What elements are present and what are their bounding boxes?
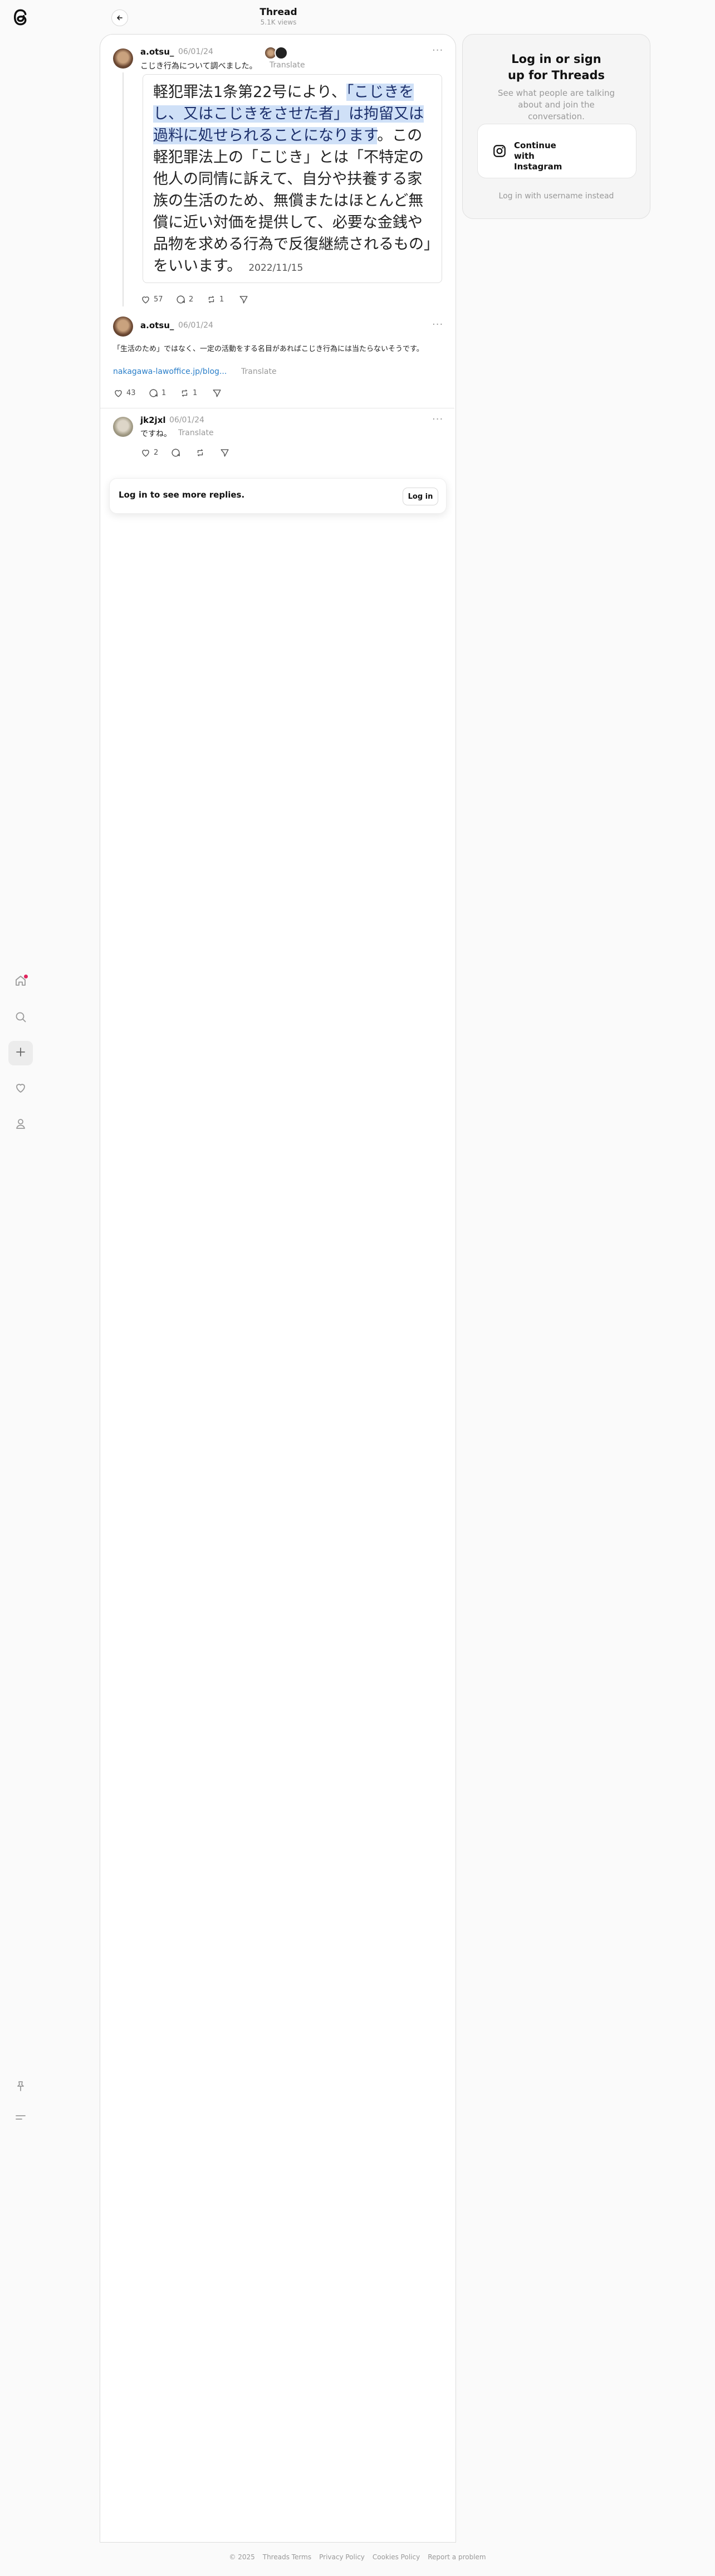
back-button[interactable] [111,9,128,26]
nav-profile[interactable] [8,1113,33,1137]
repost-icon [182,389,188,397]
page-title: Thread [259,7,297,18]
repost-count: 1 [219,295,224,304]
nav-create[interactable] [8,1041,33,1065]
share-icon [213,389,221,397]
heart-icon [14,1081,27,1097]
translate-link[interactable]: Translate [270,61,305,70]
more-options-button[interactable]: ··· [432,45,443,56]
instagram-button-label: Continue with Instagram [514,140,562,172]
translate-link[interactable]: Translate [178,428,214,437]
reply-button[interactable]: 1 [148,388,166,398]
comment-icon [149,389,158,397]
repost-icon [208,296,214,303]
quote-date: 2022/11/15 [248,262,303,274]
post-username[interactable]: jk2jxl [140,415,166,425]
avatar[interactable] [113,417,133,437]
reply-count: 1 [161,389,166,397]
avatar[interactable] [113,316,133,337]
instagram-icon [493,145,506,157]
nav-home[interactable] [8,970,33,994]
login-panel-title: Log in or sign up for Threads [507,52,605,82]
more-options-button[interactable]: ··· [432,413,443,425]
share-button[interactable] [219,447,230,458]
quote-image[interactable]: 軽犯罪法1条第22号により、「こじきをし、又はこじきをさせた者」は拘留又は過料に… [143,74,442,283]
post-text: 「生活のため」ではなく、一定の活動をする名目があればこじき行為には当たらないそう… [113,345,424,353]
post-username[interactable]: a.otsu_ [140,320,174,330]
notification-dot [24,975,28,978]
thread-card [100,34,456,2543]
quote-text: 軽犯罪法1条第22号により、「こじきをし、又はこじきをさせた者」は拘留又は過料に… [153,81,434,279]
login-prompt: Log in to see more replies. Log in [109,478,447,514]
threads-logo[interactable] [10,7,31,28]
arrow-left-icon [117,15,123,21]
reply-count: 2 [189,295,194,304]
like-button[interactable]: 57 [140,294,163,305]
quote-text-before: 軽犯罪法1条第22号により、 [153,84,346,101]
repost-icon [197,449,203,456]
view-count: 5.1K views [260,18,297,26]
login-panel: Log in or sign up for Threads See what p… [462,34,650,219]
footer-terms-link[interactable]: Threads Terms [263,2553,311,2561]
share-icon [221,449,229,457]
login-button[interactable]: Log in [403,488,438,505]
nav-menu[interactable] [8,2106,33,2131]
thread-line [123,72,124,306]
footer: © 2025 Threads Terms Privacy Policy Cook… [0,2553,715,2561]
more-options-button[interactable]: ··· [432,319,443,330]
heart-icon [142,450,149,457]
menu-icon [14,2111,27,2126]
post-text: ですね。 [140,430,172,439]
like-count: 57 [154,295,163,304]
share-button[interactable] [238,294,249,305]
post-text: こじき行為について調べました。 [140,62,257,71]
repost-button[interactable]: 1 [206,294,224,305]
translate-link[interactable]: Translate [241,367,277,376]
nav-pinned[interactable] [8,2075,33,2100]
profile-icon [14,1117,27,1133]
reply-button[interactable]: 2 [175,294,193,305]
nav-search[interactable] [8,1006,33,1030]
post-username[interactable]: a.otsu_ [140,47,174,57]
repost-count: 1 [193,389,198,397]
avatar[interactable] [113,48,133,69]
like-button[interactable]: 43 [113,388,136,398]
like-count: 2 [154,449,159,457]
footer-copyright: © 2025 [229,2553,255,2561]
reply-avatar-2 [275,46,288,60]
search-icon [14,1010,27,1026]
comment-icon [177,295,185,304]
post-date[interactable]: 06/01/24 [178,47,213,56]
heart-icon [115,390,122,397]
login-panel-subtitle: See what people are talking about and jo… [497,88,615,121]
like-count: 43 [126,389,136,397]
username-login-link[interactable]: Log in with username instead [463,192,650,201]
share-icon [239,296,248,304]
continue-with-instagram-button[interactable]: Continue with Instagram [477,124,636,178]
footer-cookies-link[interactable]: Cookies Policy [373,2553,420,2561]
footer-privacy-link[interactable]: Privacy Policy [319,2553,365,2561]
like-button[interactable]: 2 [140,447,158,458]
share-button[interactable] [212,388,222,398]
pin-icon [14,2080,27,2095]
repost-button[interactable]: 1 [179,388,197,398]
nav-activity[interactable] [8,1077,33,1101]
repost-button[interactable] [195,447,205,458]
heart-icon [142,296,149,304]
comment-icon [172,449,180,457]
plus-icon [14,1045,27,1061]
reply-button[interactable] [170,447,181,458]
footer-report-link[interactable]: Report a problem [428,2553,486,2561]
login-prompt-text: Log in to see more replies. [119,490,245,500]
post-date[interactable]: 06/01/24 [178,321,213,330]
post-date[interactable]: 06/01/24 [169,416,204,425]
quote-text-after: 。この軽犯罪法上の「こじき」とは「不特定の他人の同情に訴えて、自分や扶養する家族… [153,127,432,275]
post-link[interactable]: nakagawa-lawoffice.jp/blog... [113,367,227,376]
